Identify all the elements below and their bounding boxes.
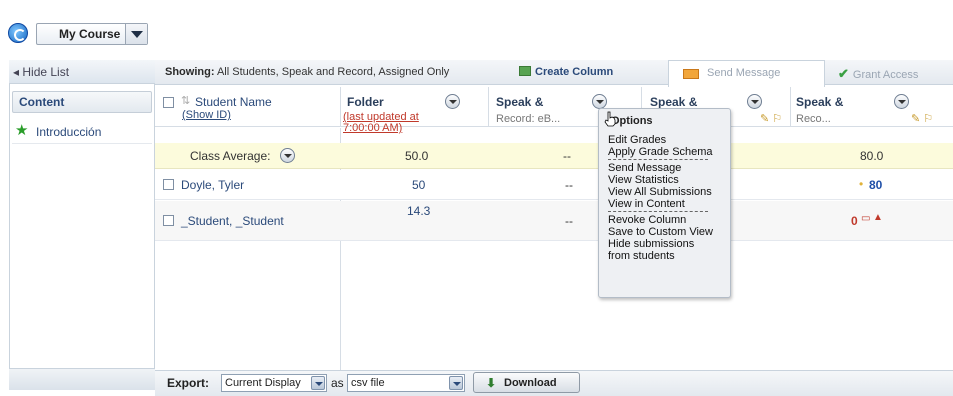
grant-access-button[interactable]: ✔ Grant Access [838, 66, 918, 82]
menu-item-hide-submissions-cont[interactable]: from students [608, 250, 675, 262]
folder-column-menu-button[interactable] [445, 94, 460, 109]
create-column-label: Create Column [535, 66, 614, 78]
course-select[interactable]: My Course [36, 23, 148, 45]
warning-icon: ▲ [873, 212, 883, 223]
showing-label: Showing: [165, 66, 215, 78]
download-arrow-icon: ⬇ [486, 376, 497, 390]
speak-record-3-title[interactable]: Speak & [796, 95, 843, 109]
export-format-value: csv file [351, 377, 385, 389]
export-label: Export: [167, 376, 209, 390]
edit-column-icon[interactable]: ✎ ⚐ [911, 112, 933, 125]
table-row: _Student, _Student 14.3 -- 0 ▭ ▲ [155, 201, 953, 241]
download-button[interactable]: ⬇ Download [473, 372, 580, 393]
tab-content-label: Content [19, 95, 65, 109]
grant-access-label: Grant Access [852, 69, 919, 81]
sort-icon[interactable]: ⇅ [181, 94, 190, 107]
menu-item-save-custom-view[interactable]: Save to Custom View [608, 226, 713, 238]
speak-record-1-title[interactable]: Speak & [496, 95, 543, 109]
course-globe-icon [8, 23, 28, 43]
column-divider [488, 87, 489, 127]
sidebar-item-label: Introducción [36, 125, 102, 139]
menu-item-send-message[interactable]: Send Message [608, 162, 681, 174]
submission-dot-icon: • [859, 177, 864, 191]
add-column-icon [519, 66, 531, 76]
hand-cursor-icon [604, 111, 616, 127]
speak-record-2-title[interactable]: Speak & [650, 95, 697, 109]
grade-folder[interactable]: 14.3 [407, 204, 430, 218]
show-id-link[interactable]: (Show ID) [182, 109, 231, 121]
menu-item-hide-submissions[interactable]: Hide submissions [608, 238, 694, 250]
menu-item-apply-grade-schema[interactable]: Apply Grade Schema [608, 146, 713, 158]
course-select-value: My Course [59, 27, 121, 41]
export-scope-value: Current Display [225, 377, 301, 389]
speak-record-3-menu-button[interactable] [894, 94, 909, 109]
tab-content[interactable]: Content [12, 91, 152, 113]
hide-list-button[interactable]: ◂ Hide List [9, 60, 155, 84]
export-scope-select[interactable]: Current Display [221, 374, 327, 392]
sidebar-item-introduccion[interactable]: ★ Introducción [12, 120, 152, 144]
table-row: Doyle, Tyler 50 -- • 80 [155, 170, 953, 200]
comment-icon[interactable]: ▭ [861, 213, 870, 224]
send-message-button[interactable]: Send Message [668, 60, 825, 87]
menu-item-view-statistics[interactable]: View Statistics [608, 174, 679, 186]
chevron-down-icon[interactable] [125, 24, 147, 44]
envelope-icon [683, 69, 699, 79]
column-divider [790, 87, 791, 127]
student-name-link[interactable]: Doyle, Tyler [181, 178, 244, 192]
speak-record-1-subtitle: Record: eB... [496, 113, 561, 125]
menu-item-view-in-content[interactable]: View in Content [608, 198, 685, 210]
average-folder: 50.0 [405, 149, 429, 163]
speak-record-1-menu-button[interactable] [592, 94, 607, 109]
check-icon: ✔ [838, 66, 849, 81]
row-checkbox[interactable] [163, 179, 174, 190]
sidebar-footer [9, 368, 155, 390]
column-divider [340, 87, 341, 127]
create-column-button[interactable]: Create Column [519, 66, 613, 78]
average-speak1: -- [563, 149, 571, 163]
hide-list-label: ◂ Hide List [13, 65, 70, 79]
folder-column-title[interactable]: Folder [347, 95, 384, 109]
student-name-link[interactable]: _Student, _Student [181, 214, 284, 228]
export-format-select[interactable]: csv file [347, 374, 465, 392]
showing-value: All Students, Speak and Record, Assigned… [216, 66, 450, 78]
speak-record-3-subtitle: Reco... [796, 113, 831, 125]
chevron-down-icon[interactable] [449, 376, 463, 390]
chevron-down-icon[interactable] [311, 376, 325, 390]
menu-item-revoke-column[interactable]: Revoke Column [608, 214, 686, 226]
menu-item-view-all-submissions[interactable]: View All Submissions [608, 186, 712, 198]
class-average-label: Class Average: [190, 149, 271, 163]
column-options-menu: Options Edit Grades Apply Grade Schema S… [598, 108, 731, 298]
as-label: as [331, 376, 344, 390]
folder-last-updated: (last updated at 7:00:00 AM) [343, 111, 419, 134]
filter-summary: Showing: All Students, Speak and Record,… [165, 66, 449, 78]
options-menu-header: Options [611, 115, 653, 127]
download-label: Download [504, 377, 557, 389]
row-checkbox[interactable] [163, 215, 174, 226]
grid-header: ⇅ Student Name (Show ID) Folder (last up… [155, 87, 953, 134]
star-icon: ★ [15, 122, 29, 139]
grade-speak1: -- [565, 214, 573, 228]
menu-divider [608, 159, 708, 160]
grade-speak1: -- [565, 178, 573, 192]
speak-record-2-menu-button[interactable] [747, 94, 762, 109]
edit-column-icon[interactable]: ✎ ⚐ [760, 112, 782, 125]
grade-folder[interactable]: 50 [412, 178, 425, 192]
average-speak3: 80.0 [860, 149, 884, 163]
select-all-checkbox[interactable] [163, 97, 174, 108]
grade-speak3[interactable]: 0 [851, 214, 858, 228]
menu-divider [608, 211, 708, 212]
menu-item-edit-grades[interactable]: Edit Grades [608, 134, 666, 146]
send-message-label: Send Message [707, 67, 781, 79]
grade-speak3[interactable]: 80 [869, 178, 882, 192]
class-average-menu-button[interactable] [280, 148, 295, 163]
student-name-header[interactable]: Student Name [195, 95, 272, 109]
class-average-row: Class Average: 50.0 -- 80.0 [155, 143, 953, 169]
